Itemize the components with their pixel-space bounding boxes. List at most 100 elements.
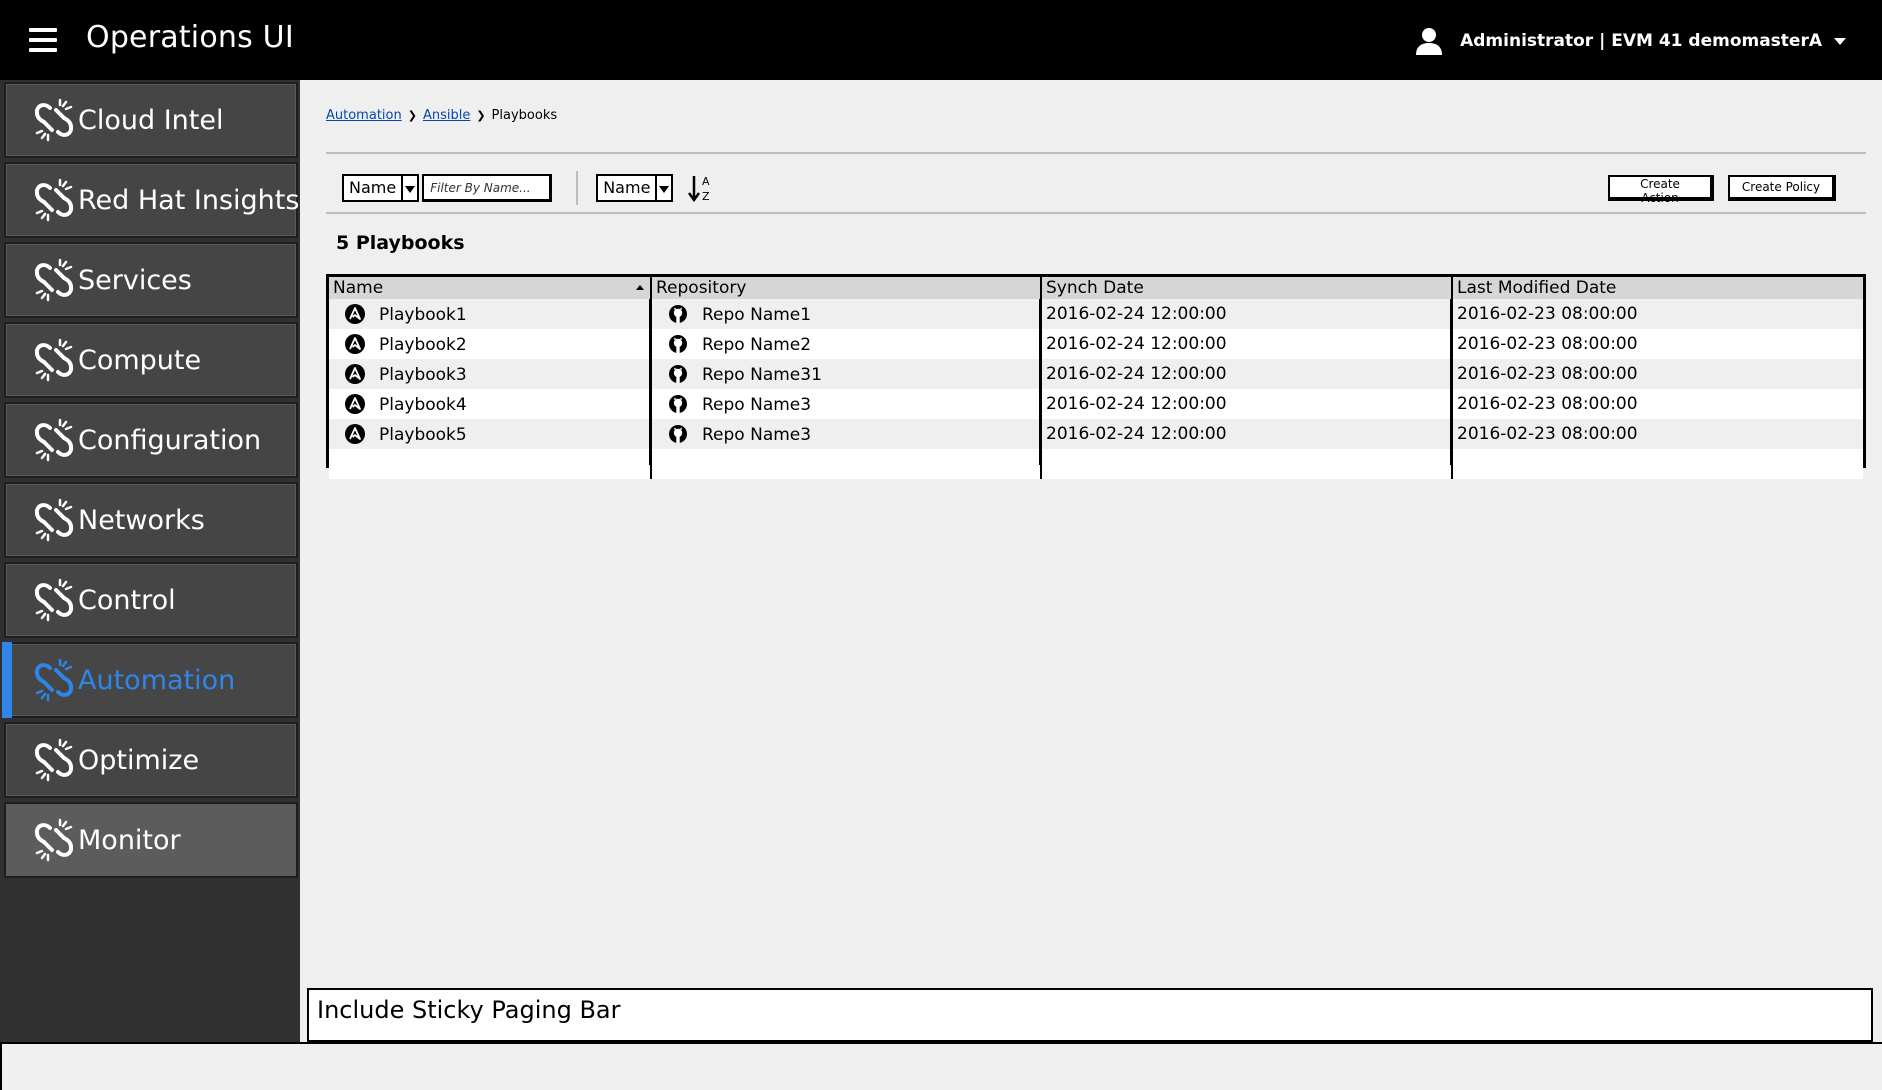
repository-name: Repo Name31 — [702, 364, 822, 385]
sort-alpha-icon[interactable]: A Z — [687, 173, 715, 203]
divider — [326, 152, 1866, 154]
app-title: Operations UI — [86, 20, 294, 55]
caret-down-icon — [401, 176, 417, 200]
sidebar-item-automation[interactable]: Automation — [2, 642, 298, 718]
column-header-name[interactable]: Name — [329, 277, 652, 299]
caret-down-icon — [1834, 37, 1846, 45]
sidebar-item-label: Cloud Intel — [78, 104, 224, 136]
sidebar-item-control[interactable]: Control — [4, 562, 298, 638]
cell-repository: Repo Name3 — [651, 419, 1042, 449]
playbook-name[interactable]: Playbook5 — [379, 425, 467, 445]
divider — [326, 212, 1866, 214]
sidebar-item-monitor[interactable]: Monitor — [4, 802, 298, 878]
playbook-name[interactable]: Playbook1 — [379, 305, 467, 325]
playbook-count-title: 5 Playbooks — [336, 232, 465, 254]
sidebar-item-cloud-intel[interactable]: Cloud Intel — [4, 82, 298, 158]
ansible-icon — [345, 363, 365, 384]
user-icon — [1416, 28, 1443, 55]
sidebar-item-label: Configuration — [78, 424, 262, 456]
chain-link-icon — [34, 258, 74, 302]
cell-last-modified-date: 2016-02-23 08:00:00 — [1452, 329, 1863, 359]
chain-link-icon — [34, 418, 74, 462]
user-menu[interactable]: Administrator | EVM 41 demomasterA — [1414, 26, 1846, 56]
chain-link-icon — [34, 178, 74, 222]
sidebar: Cloud Intel Red Hat Insights Services Co… — [0, 80, 300, 1042]
chain-link-icon — [34, 738, 74, 782]
cell-repository: Repo Name31 — [651, 359, 1042, 389]
table-row[interactable]: Playbook2 Repo Name2 2016-02-24 12:00:00 20… — [329, 329, 1863, 359]
column-header-label: Name — [333, 278, 384, 298]
chevron-right-icon: ❯ — [476, 109, 486, 122]
main-content: Automation ❯ Ansible ❯ Playbooks Name Na… — [300, 80, 1882, 1042]
hamburger-menu-icon[interactable] — [29, 28, 57, 52]
filter-field-select[interactable]: Name — [342, 174, 420, 202]
sort-field-select[interactable]: Name — [596, 174, 674, 202]
cell-synch-date: 2016-02-24 12:00:00 — [1041, 359, 1453, 389]
sidebar-item-label: Optimize — [78, 744, 200, 776]
table-row[interactable]: Playbook3 Repo Name31 2016-02-24 12:00:00 2… — [329, 359, 1863, 389]
sort-field-value: Name — [603, 178, 651, 197]
cell-repository: Repo Name2 — [651, 329, 1042, 359]
playbook-name[interactable]: Playbook3 — [379, 365, 467, 385]
create-policy-button[interactable]: Create Policy — [1728, 175, 1836, 201]
sidebar-item-label: Red Hat Insights — [78, 184, 300, 216]
column-header-last-modified-date[interactable]: Last Modified Date — [1452, 277, 1863, 299]
cell-synch-date: 2016-02-24 12:00:00 — [1041, 389, 1453, 419]
breadcrumb-link-automation[interactable]: Automation — [326, 108, 402, 123]
github-icon — [669, 394, 687, 413]
sidebar-item-label: Networks — [78, 504, 205, 536]
column-divider — [1039, 277, 1041, 465]
column-divider — [649, 277, 651, 465]
sort-ascending-icon — [636, 285, 644, 290]
sidebar-item-label: Monitor — [78, 824, 181, 856]
user-label: Administrator | EVM 41 demomasterA — [1460, 31, 1822, 51]
column-header-synch-date[interactable]: Synch Date — [1041, 277, 1453, 299]
column-divider — [1450, 277, 1452, 465]
cell-name: Playbook1 — [329, 299, 652, 329]
playbook-name[interactable]: Playbook4 — [379, 395, 467, 415]
cell-synch-date: 2016-02-24 12:00:00 — [1041, 419, 1453, 449]
chain-link-icon — [34, 658, 74, 702]
cell-last-modified-date: 2016-02-23 08:00:00 — [1452, 389, 1863, 419]
playbooks-table: Name Repository Synch Date Last Modified… — [326, 274, 1866, 479]
repository-name: Repo Name3 — [702, 394, 812, 415]
ansible-icon — [345, 333, 365, 354]
chain-link-icon — [34, 578, 74, 622]
chain-link-icon — [34, 98, 74, 142]
sidebar-item-networks[interactable]: Networks — [4, 482, 298, 558]
cell-repository: Repo Name3 — [651, 389, 1042, 419]
svg-text:Z: Z — [702, 190, 710, 203]
sticky-paging-bar-note: Include Sticky Paging Bar — [307, 988, 1873, 1042]
table-empty-row — [329, 449, 1863, 479]
cell-last-modified-date: 2016-02-23 08:00:00 — [1452, 299, 1863, 329]
cell-synch-date: 2016-02-24 12:00:00 — [1041, 329, 1453, 359]
filter-input[interactable] — [422, 174, 553, 202]
svg-text:A: A — [702, 175, 710, 188]
sidebar-item-red-hat-insights[interactable]: Red Hat Insights — [4, 162, 300, 238]
cell-name: Playbook3 — [329, 359, 652, 389]
github-icon — [669, 424, 687, 443]
table-row[interactable]: Playbook1 Repo Name1 2016-02-24 12:00:00 20… — [329, 299, 1863, 329]
column-header-repository[interactable]: Repository — [651, 277, 1042, 299]
repository-name: Repo Name1 — [702, 304, 812, 325]
table-row[interactable]: Playbook5 Repo Name3 2016-02-24 12:00:00 20… — [329, 419, 1863, 449]
sidebar-item-optimize[interactable]: Optimize — [4, 722, 298, 798]
chain-link-icon — [34, 818, 74, 862]
chain-link-icon — [34, 338, 74, 382]
ansible-icon — [345, 393, 365, 414]
sidebar-item-label: Automation — [78, 664, 236, 696]
breadcrumb-link-ansible[interactable]: Ansible — [423, 108, 470, 123]
sidebar-item-services[interactable]: Services — [4, 242, 298, 318]
sidebar-item-label: Control — [78, 584, 176, 616]
playbook-name[interactable]: Playbook2 — [379, 335, 467, 355]
table-row[interactable]: Playbook4 Repo Name3 2016-02-24 12:00:00 20… — [329, 389, 1863, 419]
toolbar: Name Name A Z — [342, 171, 715, 205]
github-icon — [669, 364, 687, 383]
ansible-icon — [345, 303, 365, 324]
sidebar-item-compute[interactable]: Compute — [4, 322, 298, 398]
create-action-button[interactable]: Create Action — [1608, 175, 1714, 205]
chain-link-icon — [34, 498, 74, 542]
sidebar-item-configuration[interactable]: Configuration — [4, 402, 298, 478]
cell-last-modified-date: 2016-02-23 08:00:00 — [1452, 419, 1863, 449]
chevron-right-icon: ❯ — [407, 109, 417, 122]
